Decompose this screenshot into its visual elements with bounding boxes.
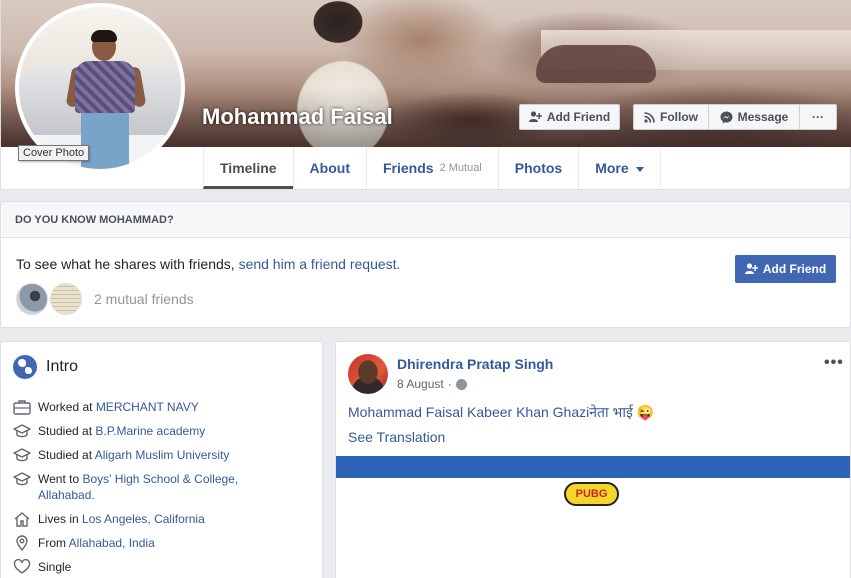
profile-header: Cover Photo Mohammad Faisal Add Friend F… bbox=[0, 0, 851, 190]
tab-photos[interactable]: Photos bbox=[497, 147, 578, 189]
more-dots-icon: ··· bbox=[812, 110, 824, 124]
follow-button[interactable]: Follow bbox=[633, 104, 709, 130]
tab-label: Timeline bbox=[220, 160, 277, 176]
post-card: Dhirendra Pratap Singh 8 August · ••• Mo… bbox=[335, 341, 851, 578]
intro-text: Lives in Los Angeles, California bbox=[38, 511, 205, 527]
add-friend-label: Add Friend bbox=[546, 110, 611, 124]
prompt-text: To see what he shares with friends, bbox=[16, 256, 239, 272]
intro-link[interactable]: Allahabad, India bbox=[69, 536, 155, 550]
intro-text: Studied at B.P.Marine academy bbox=[38, 423, 205, 439]
profile-pic-jeans bbox=[81, 111, 129, 169]
tab-friends[interactable]: Friends 2 Mutual bbox=[365, 147, 498, 189]
intro-link[interactable]: MERCHANT NAVY bbox=[96, 400, 199, 414]
tab-label: Friends bbox=[382, 160, 434, 176]
intro-prefix: From bbox=[38, 536, 69, 550]
mutual-friends-link[interactable]: 2 mutual friends bbox=[94, 291, 194, 307]
graduation-cap-icon bbox=[13, 471, 31, 487]
profile-pic-shirt bbox=[75, 61, 135, 113]
intro-item-relationship: Single bbox=[13, 558, 313, 575]
tab-more[interactable]: More bbox=[578, 147, 661, 189]
post-media[interactable]: PUBG bbox=[336, 456, 850, 578]
cover-rock bbox=[536, 45, 656, 83]
graduation-cap-icon bbox=[13, 447, 31, 463]
profile-tabs: Timeline About Friends 2 Mutual Photos Mo… bbox=[203, 147, 661, 189]
intro-item-from: From Allahabad, India bbox=[13, 535, 313, 552]
tab-label: About bbox=[309, 160, 350, 176]
profile-pic-hair bbox=[91, 30, 117, 42]
message-label: Message bbox=[737, 110, 789, 124]
intro-item-lives: Lives in Los Angeles, California bbox=[13, 511, 313, 527]
add-friend-primary-button[interactable]: Add Friend bbox=[735, 255, 836, 283]
cover-photo-tooltip: Cover Photo bbox=[18, 145, 90, 161]
intro-text: Worked at MERCHANT NAVY bbox=[38, 399, 199, 415]
briefcase-icon bbox=[13, 399, 31, 415]
rss-icon bbox=[644, 111, 655, 123]
mutual-friend-avatar[interactable] bbox=[16, 283, 48, 315]
pubg-logo: PUBG bbox=[564, 482, 619, 506]
send-friend-request-link[interactable]: send him a friend request. bbox=[239, 256, 401, 272]
message-button[interactable]: Message bbox=[708, 104, 800, 130]
do-you-know-heading: DO YOU KNOW MOHAMMAD? bbox=[1, 202, 850, 238]
mutual-friend-avatar[interactable] bbox=[50, 283, 82, 315]
post-author-avatar[interactable] bbox=[348, 354, 388, 394]
add-friend-button[interactable]: Add Friend bbox=[519, 104, 620, 130]
post-meta: 8 August · bbox=[397, 377, 467, 391]
intro-item-work: Worked at MERCHANT NAVY bbox=[13, 399, 313, 415]
tab-label: More bbox=[595, 160, 629, 176]
intro-prefix: Single bbox=[38, 560, 72, 574]
graduation-cap-icon bbox=[13, 423, 31, 439]
intro-prefix: Studied at bbox=[38, 448, 95, 462]
globe-icon bbox=[13, 355, 37, 379]
add-friend-label: Add Friend bbox=[762, 262, 827, 276]
post-options-icon[interactable]: ••• bbox=[824, 354, 844, 372]
intro-prefix: Worked at bbox=[38, 400, 96, 414]
meta-separator: · bbox=[447, 377, 452, 391]
messenger-icon bbox=[720, 111, 733, 123]
more-options-button[interactable]: ··· bbox=[799, 104, 837, 130]
media-banner bbox=[336, 456, 850, 478]
intro-text: Went to Boys' High School & College, All… bbox=[38, 471, 268, 503]
caret-down-icon bbox=[635, 166, 644, 172]
intro-link[interactable]: Los Angeles, California bbox=[82, 512, 205, 526]
home-icon bbox=[13, 511, 31, 527]
intro-prefix: Went to bbox=[38, 472, 83, 486]
post-author-name[interactable]: Dhirendra Pratap Singh bbox=[397, 356, 553, 372]
tab-about[interactable]: About bbox=[292, 147, 366, 189]
profile-name[interactable]: Mohammad Faisal bbox=[202, 104, 393, 130]
intro-link[interactable]: Aligarh Muslim University bbox=[95, 448, 230, 462]
intro-prefix: Studied at bbox=[38, 424, 96, 438]
heart-icon bbox=[13, 558, 31, 575]
tab-label: Photos bbox=[514, 160, 563, 176]
intro-card: Intro Worked at MERCHANT NAVY Studied at… bbox=[0, 341, 323, 578]
intro-text: Studied at Aligarh Muslim University bbox=[38, 447, 229, 463]
location-pin-icon bbox=[13, 535, 31, 552]
tab-timeline[interactable]: Timeline bbox=[203, 147, 293, 189]
mutual-count: 2 Mutual bbox=[439, 162, 482, 174]
add-friend-icon bbox=[744, 263, 758, 274]
mutual-friends-row: 2 mutual friends bbox=[16, 283, 194, 315]
do-you-know-card: DO YOU KNOW MOHAMMAD? To see what he sha… bbox=[0, 201, 851, 328]
post-text: Mohammad Faisal Kabeer Khan Ghaziनेता भा… bbox=[348, 404, 655, 420]
add-friend-icon bbox=[528, 111, 542, 122]
intro-item-education: Studied at B.P.Marine academy bbox=[13, 423, 313, 439]
public-globe-icon[interactable] bbox=[455, 378, 467, 390]
intro-list: Worked at MERCHANT NAVY Studied at B.P.M… bbox=[13, 399, 313, 578]
follow-label: Follow bbox=[660, 110, 698, 124]
intro-link[interactable]: B.P.Marine academy bbox=[95, 424, 205, 438]
intro-prefix: Lives in bbox=[38, 512, 83, 526]
intro-text: From Allahabad, India bbox=[38, 535, 155, 551]
intro-title: Intro bbox=[46, 358, 79, 375]
post-date[interactable]: 8 August bbox=[397, 377, 444, 391]
friend-request-prompt: To see what he shares with friends, send… bbox=[16, 256, 400, 272]
intro-item-school: Went to Boys' High School & College, All… bbox=[13, 471, 313, 503]
intro-text: Single bbox=[38, 559, 71, 575]
see-translation-link[interactable]: See Translation bbox=[348, 429, 445, 445]
intro-item-education: Studied at Aligarh Muslim University bbox=[13, 447, 313, 463]
intro-header: Intro bbox=[13, 355, 78, 379]
